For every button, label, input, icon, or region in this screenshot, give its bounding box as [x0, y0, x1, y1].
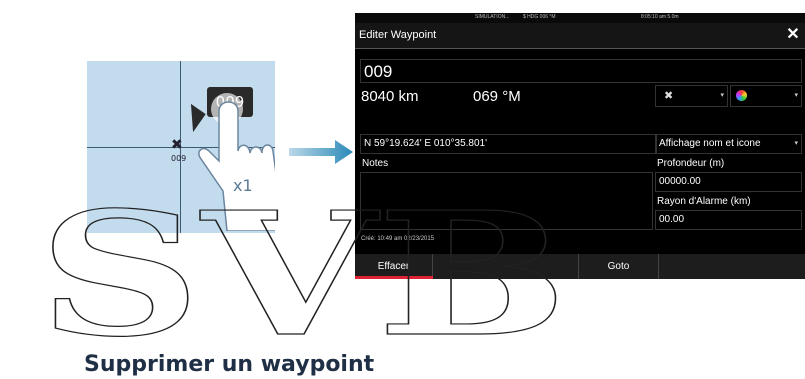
waypoint-symbol-icon: ✖	[664, 90, 674, 102]
close-button[interactable]: ✕	[785, 27, 801, 43]
waypoint-name-field[interactable]: 009	[360, 59, 802, 83]
chevron-down-icon: ▾	[794, 92, 798, 99]
display-mode-dropdown[interactable]: Affichage nom et icone ▾	[655, 134, 802, 154]
status-heading: $ HDG 006 °M	[523, 14, 556, 20]
chevron-down-icon: ▾	[794, 140, 798, 147]
section-heading: Supprimer un waypoint	[84, 352, 375, 377]
goto-button[interactable]: Goto	[579, 254, 659, 279]
symbol-dropdown[interactable]: ✖ ▾	[655, 85, 728, 107]
svb-watermark-logo: SVB	[38, 206, 568, 346]
dialog-title: Editer Waypoint	[359, 29, 437, 41]
close-icon: ✕	[786, 26, 800, 43]
status-bar: SIMULATION... $ HDG 006 °M 8:05:10 am 5.…	[355, 13, 805, 23]
color-wheel-icon	[736, 90, 747, 101]
status-simulation: SIMULATION...	[475, 14, 510, 20]
color-dropdown[interactable]: ▾	[730, 85, 802, 107]
dialog-titlebar: Editer Waypoint ✕	[355, 23, 805, 49]
status-time: 8:05:10 am 5.0m	[641, 14, 679, 20]
display-mode-value: Affichage nom et icone	[659, 138, 761, 149]
waypoint-icon[interactable]: ✖	[171, 138, 183, 152]
depth-label: Profondeur (m)	[657, 158, 725, 169]
goto-button-label: Goto	[607, 261, 630, 272]
waypoint-label: 009	[171, 154, 187, 163]
alarm-radius-label: Rayon d'Alarme (km)	[657, 196, 751, 207]
depth-field[interactable]: 00000.00	[655, 172, 802, 192]
notes-label: Notes	[362, 158, 389, 169]
svg-text:SVB: SVB	[38, 206, 568, 346]
chevron-down-icon: ▾	[720, 92, 724, 99]
bearing-value: 069 °M	[473, 88, 521, 105]
right-arrow-icon	[289, 140, 353, 164]
position-field[interactable]: N 59°19.624' E 010°35.801'	[360, 134, 657, 154]
alarm-radius-field[interactable]: 00.00	[655, 210, 802, 230]
tap-count: x1	[233, 176, 253, 195]
distance-value: 8040 km	[361, 88, 419, 105]
